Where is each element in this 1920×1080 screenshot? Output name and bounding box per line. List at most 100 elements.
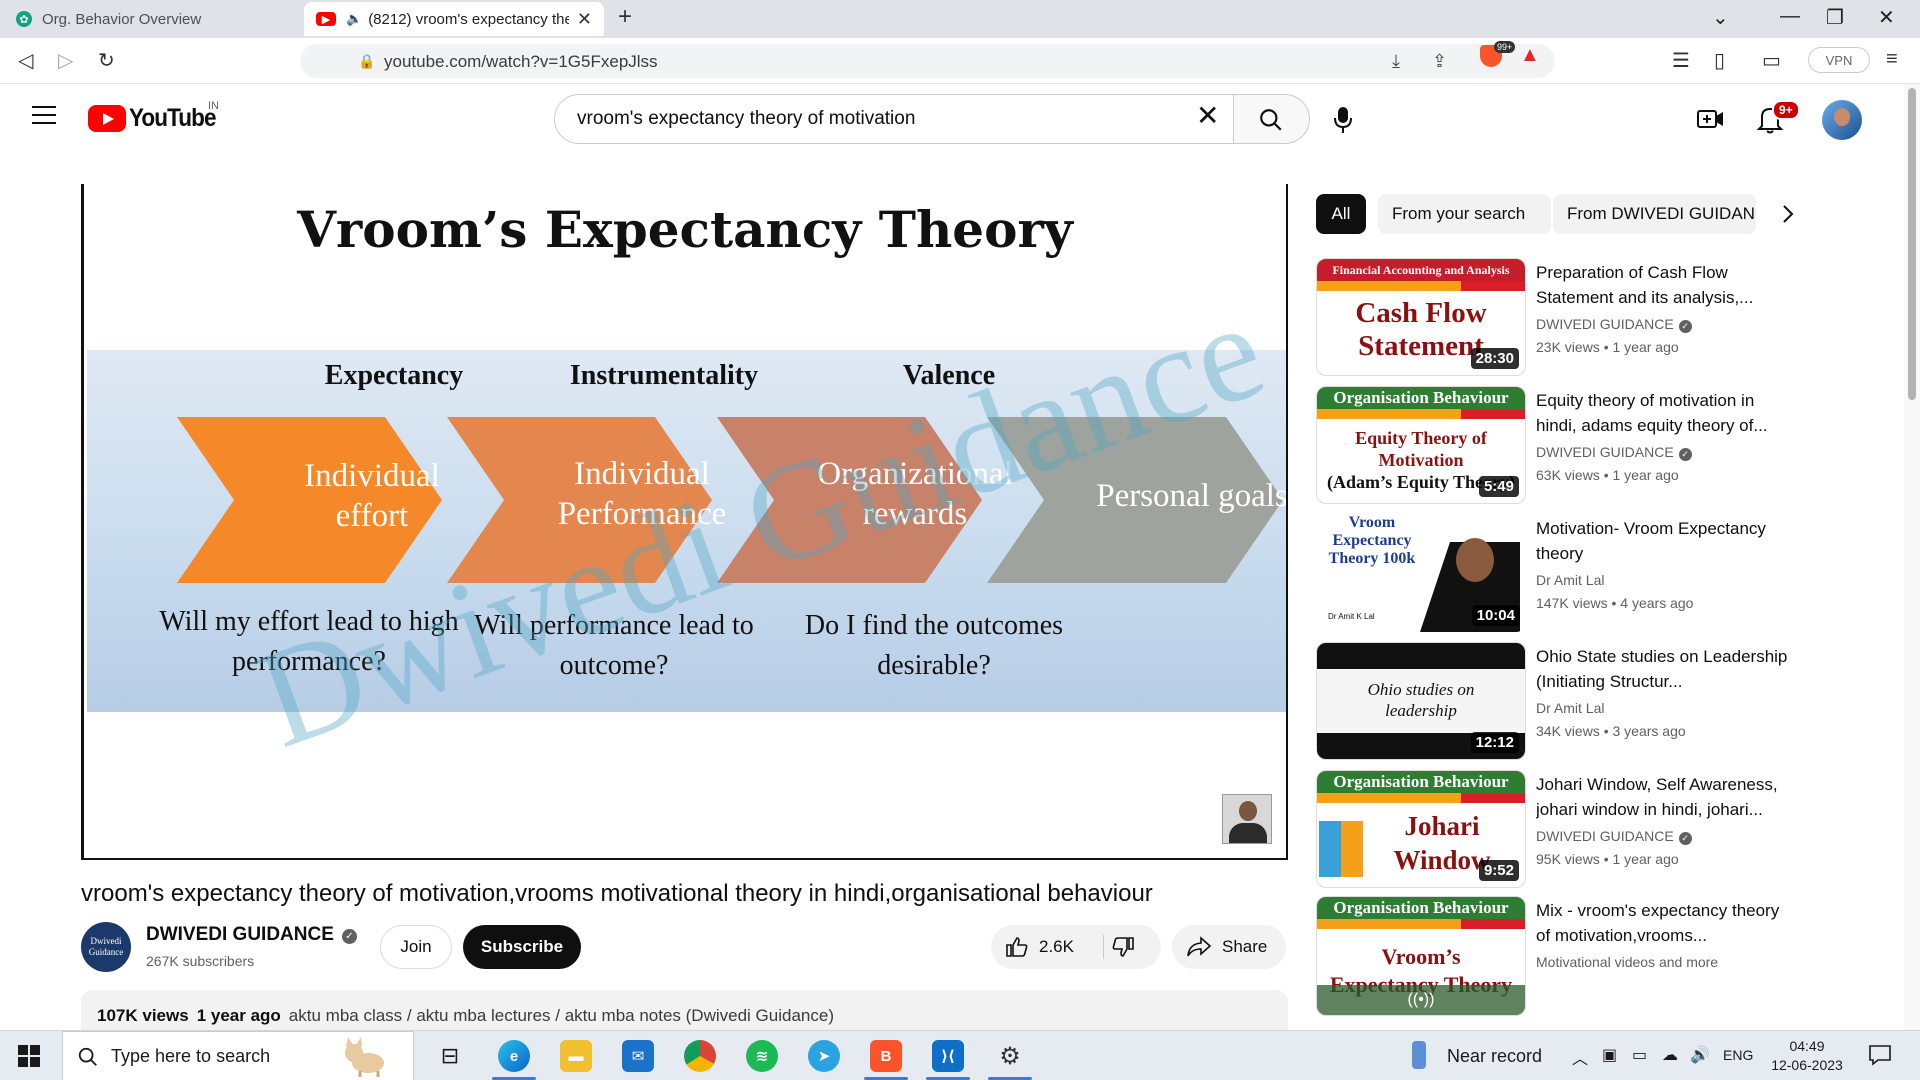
dislike-button[interactable] (1111, 935, 1135, 964)
video-thumbnail[interactable]: Organisation Behaviour Johari Window 9:52 (1316, 770, 1526, 888)
brave-rewards-icon[interactable]: ▲ (1520, 44, 1540, 67)
cloud-icon[interactable]: ☁ (1662, 1045, 1678, 1065)
thumb-subband (1317, 793, 1525, 803)
settings-gear-icon[interactable]: ⚙ (994, 1040, 1026, 1072)
maximize-button[interactable]: ❐ (1826, 5, 1844, 30)
wallet-icon[interactable]: ▭ (1762, 48, 1781, 73)
clock[interactable]: 04:49 12-06-2023 (1764, 1037, 1850, 1075)
recommended-title[interactable]: Motivation- Vroom Expectancy theory (1536, 516, 1796, 566)
windows-taskbar: Type here to search ⊟ e ▬ ✉ ≋ ➤ B ⟩⟨ ⚙ N… (0, 1030, 1920, 1080)
youtube-play-icon (88, 105, 126, 132)
notification-count-badge: 9+ (1772, 100, 1800, 120)
verified-check-icon: ✓ (1678, 320, 1692, 333)
minimize-button[interactable]: — (1780, 5, 1800, 28)
reload-button[interactable]: ↻ (98, 48, 115, 73)
download-icon[interactable]: ⤓ (1392, 51, 1400, 72)
mail-icon[interactable]: ✉ (622, 1040, 654, 1072)
like-dislike-bar: 2.6K (991, 925, 1161, 969)
close-tab-icon[interactable]: ✕ (577, 9, 592, 30)
channel-name-text[interactable]: DWIVEDI GUIDANCE (146, 924, 334, 945)
video-thumbnail[interactable]: Organisation Behaviour Vroom’sExpectancy… (1316, 896, 1526, 1016)
tab-org-behavior[interactable]: ✿ Org. Behavior Overview (4, 2, 302, 36)
country-code: IN (208, 100, 219, 112)
playlist-icon[interactable]: ☰ (1672, 48, 1690, 73)
scrollbar-thumb[interactable] (1908, 88, 1916, 400)
close-window-button[interactable]: ✕ (1878, 5, 1895, 30)
share-page-icon[interactable]: ⇪ (1432, 51, 1447, 72)
video-duration: 12:12 (1470, 732, 1519, 753)
notification-center-icon[interactable] (1868, 1044, 1892, 1071)
channel-avatar[interactable]: Dwivedi Guidance (81, 922, 131, 972)
recommended-channel: Dr Amit Lal (1536, 572, 1605, 588)
file-explorer-icon[interactable]: ▬ (560, 1040, 592, 1072)
telegram-icon[interactable]: ➤ (808, 1040, 840, 1072)
recommended-video[interactable]: Organisation Behaviour Equity Theory of … (1316, 386, 1876, 504)
task-view-icon[interactable]: ⊟ (434, 1040, 466, 1072)
share-button[interactable]: Share (1172, 925, 1286, 969)
search-button[interactable] (1234, 94, 1310, 144)
speaker-icon[interactable]: 🔈 (346, 11, 362, 27)
thumb-header: Organisation Behaviour (1317, 897, 1525, 919)
video-thumbnail[interactable]: Organisation Behaviour Equity Theory of … (1316, 386, 1526, 504)
recommended-video[interactable]: Ohio studies on leadership 12:12 Ohio Sta… (1316, 642, 1876, 760)
tab-youtube-video[interactable]: ▶ 🔈 (8212) vroom's expectancy theory of … (304, 2, 604, 36)
channel-name[interactable]: DWIVEDI GUIDANCE ✓ (146, 924, 357, 946)
vpn-button[interactable]: VPN (1808, 47, 1870, 73)
recommended-video[interactable]: Vroom Expectancy Theory 100k Dr Amit K L… (1316, 514, 1876, 632)
address-bar[interactable]: 🔒 youtube.com/watch?v=1G5FxepJlss ⤓ ⇪ (300, 44, 1555, 78)
subscribe-button[interactable]: Subscribe (463, 925, 581, 969)
recommended-title[interactable]: Johari Window, Self Awareness, johari wi… (1536, 772, 1796, 822)
vscode-icon[interactable]: ⟩⟨ (932, 1040, 964, 1072)
weather-status[interactable]: Near record (1447, 1046, 1542, 1067)
forward-button[interactable]: ▷ (58, 48, 73, 73)
chip-all[interactable]: All (1316, 194, 1366, 234)
join-button[interactable]: Join (380, 925, 452, 969)
brave-browser-icon[interactable]: B (870, 1040, 902, 1072)
spotify-icon[interactable]: ≋ (746, 1040, 778, 1072)
verified-check-icon: ✓ (341, 929, 357, 944)
youtube-logo[interactable]: YouTube (88, 104, 225, 133)
device-icon[interactable]: ▣ (1602, 1045, 1617, 1065)
menu-icon[interactable]: ≡ (1886, 48, 1898, 71)
back-button[interactable]: ◁ (18, 48, 33, 73)
recommended-title[interactable]: Ohio State studies on Leadership (Initia… (1536, 644, 1796, 694)
chip-from-channel[interactable]: From DWIVEDI GUIDANCE (1553, 194, 1756, 234)
chip-from-your-search[interactable]: From your search (1378, 194, 1551, 234)
battery-icon[interactable]: ▭ (1632, 1045, 1647, 1065)
recommended-title[interactable]: Mix - vroom's expectancy theory of motiv… (1536, 898, 1796, 948)
like-count: 2.6K (1039, 937, 1074, 956)
guide-menu-icon[interactable] (32, 106, 56, 130)
chevron-up-icon[interactable]: ︿ (1572, 1045, 1588, 1069)
video-thumbnail[interactable]: Financial Accounting and Analysis Cash F… (1316, 258, 1526, 376)
create-video-button[interactable] (1696, 106, 1726, 137)
recommended-video[interactable]: Financial Accounting and Analysis Cash F… (1316, 258, 1876, 376)
recommended-video[interactable]: Organisation Behaviour Johari Window 9:52… (1316, 770, 1876, 888)
account-avatar[interactable] (1822, 100, 1862, 140)
thumb-presenter-name: Dr Amit K Lal (1328, 612, 1375, 621)
thumb-text: Vroom Expectancy Theory 100k (1328, 514, 1416, 567)
voice-search-button[interactable] (1332, 106, 1354, 139)
edge-icon[interactable]: e (498, 1040, 530, 1072)
recommended-mix[interactable]: Organisation Behaviour Vroom’sExpectancy… (1316, 896, 1876, 1016)
tab-search-chevron-icon[interactable]: ⌄ (1712, 5, 1729, 30)
input-language[interactable]: ENG (1723, 1047, 1753, 1063)
video-thumbnail[interactable]: Ohio studies on leadership 12:12 (1316, 642, 1526, 760)
volume-icon[interactable]: 🔊 (1690, 1045, 1710, 1065)
chrome-icon[interactable] (684, 1040, 716, 1072)
windows-start-icon[interactable] (18, 1045, 40, 1067)
recommended-title[interactable]: Preparation of Cash Flow Statement and i… (1536, 260, 1796, 310)
clear-search-icon[interactable]: ✕ (1196, 102, 1219, 130)
recommended-title[interactable]: Equity theory of motivation in hindi, ad… (1536, 388, 1796, 438)
video-player[interactable]: Vroom’s Expectancy Theory Expectancy Ins… (81, 184, 1288, 860)
label-instrumentality: Instrumentality (569, 360, 759, 391)
url-text[interactable]: youtube.com/watch?v=1G5FxepJlss (384, 52, 658, 72)
page-scrollbar[interactable] (1904, 84, 1920, 1030)
search-box[interactable] (554, 94, 1234, 144)
recommended-meta: 63K views • 1 year ago (1536, 467, 1679, 483)
search-input[interactable] (577, 95, 1137, 143)
new-tab-button[interactable]: + (618, 3, 632, 31)
like-button[interactable]: 2.6K (991, 925, 1101, 969)
chips-next-button[interactable] (1782, 204, 1794, 229)
sidebar-icon[interactable]: ▯ (1714, 48, 1725, 73)
video-thumbnail[interactable]: Vroom Expectancy Theory 100k Dr Amit K L… (1316, 514, 1526, 632)
